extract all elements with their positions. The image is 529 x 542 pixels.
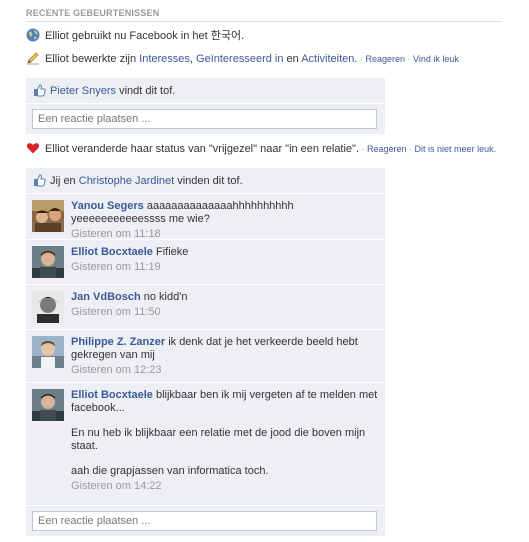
comment-item: Jan VdBosch no kidd'n Gisteren om 11:50 [26,285,385,330]
comment-action[interactable]: Reageren [365,54,405,64]
comment-body: Philippe Z. Zanzer ik denk dat je het ve… [71,336,379,362]
comment-timestamp[interactable]: Gisteren om 11:50 [71,306,379,318]
comment-author[interactable]: Yanou Segers [71,200,144,212]
meta-dot: · [405,54,414,64]
thumbs-up-icon [34,84,46,97]
meta-dot: · [359,144,368,154]
story-interests: Elliot bewerkte zijn Interesses, Geïnter… [26,51,459,65]
avatar[interactable] [32,389,64,421]
thumbs-up-icon [34,174,46,187]
comment-timestamp[interactable]: Gisteren om 11:19 [71,261,379,273]
comment-author[interactable]: Jan VdBosch [71,291,141,303]
comment-input[interactable]: Een reactie plaatsen ... [32,511,377,531]
comment-body: Jan VdBosch no kidd'n [71,291,379,304]
comment-timestamp[interactable]: Gisteren om 11:18 [71,228,379,240]
likes-suffix: vindt dit tof. [116,85,176,97]
heart-icon [26,141,40,155]
avatar[interactable] [32,291,64,323]
interests-link[interactable]: Interesses [139,53,190,65]
comment-action[interactable]: Reageren [367,144,407,154]
liker-name[interactable]: Pieter Snyers [50,85,116,97]
comment-body: Elliot Bocxtaele Fifieke [71,246,379,259]
comment-text: no kidd'n [143,291,188,303]
comment-paragraph: aah die grapjassen van informatica toch. [71,465,269,477]
comment-text: Fifieke [155,246,189,258]
section-divider [26,21,502,22]
like-action[interactable]: Vind ik leuk [413,54,459,64]
comment-input[interactable]: Een reactie plaatsen ... [32,109,377,129]
interested-in-link[interactable]: Geïnteresseerd in [196,53,283,65]
comment-paragraph: En nu heb ik blijkbaar een relatie met d… [71,427,366,452]
avatar[interactable] [32,336,64,368]
feedback-block-relationship: Jij en Christophe Jardinet vinden dit to… [26,168,385,536]
unlike-action[interactable]: Dit is niet meer leuk. [415,144,497,154]
liker-name[interactable]: Christophe Jardinet [79,175,174,187]
comment-item: Elliot Bocxtaele blijkbaar ben ik mij ve… [26,383,385,506]
likes-row: Pieter Snyers vindt dit tof. [26,78,385,104]
comment-timestamp[interactable]: Gisteren om 12:23 [71,364,379,376]
story-language: Elliot gebruikt nu Facebook in het 한국어. [26,27,244,43]
activities-link[interactable]: Activiteiten [301,53,354,65]
comment-input-row: Een reactie plaatsen ... [26,506,385,536]
story-text-prefix: Elliot bewerkte zijn [45,53,140,65]
meta-dot: · [406,144,415,154]
comment-body: Elliot Bocxtaele blijkbaar ben ik mij ve… [71,389,379,415]
comment-item: Yanou Segers aaaaaaaaaaaaaahhhhhhhhhh ye… [26,194,385,240]
likes-prefix: Jij en [50,175,79,187]
globe-icon [26,28,40,42]
avatar[interactable] [32,246,64,278]
comment-body: Yanou Segers aaaaaaaaaaaaaahhhhhhhhhh ye… [71,200,379,226]
comment-author[interactable]: Philippe Z. Zanzer [71,336,165,348]
sep-2: en [283,53,302,65]
comment-input-row: Een reactie plaatsen ... [26,104,385,134]
comment-author[interactable]: Elliot Bocxtaele [71,246,153,258]
comment-timestamp[interactable]: Gisteren om 14:22 [71,480,379,492]
pencil-icon [26,51,40,65]
likes-row: Jij en Christophe Jardinet vinden dit to… [26,168,385,194]
story-text: Elliot gebruikt nu Facebook in het 한국어. [45,30,245,42]
comment-author[interactable]: Elliot Bocxtaele [71,389,153,401]
story-text: Elliot veranderde haar status van "vrijg… [45,143,360,155]
feedback-block-interests: Pieter Snyers vindt dit tof. Een reactie… [26,78,385,134]
comment-item: Philippe Z. Zanzer ik denk dat je het ve… [26,330,385,383]
likes-suffix: vinden dit tof. [174,175,243,187]
story-relationship: Elliot veranderde haar status van "vrijg… [26,141,496,155]
comment-item: Elliot Bocxtaele Fifieke Gisteren om 11:… [26,240,385,285]
avatar[interactable] [32,200,64,232]
section-title: RECENTE GEBEURTENISSEN [26,8,160,18]
